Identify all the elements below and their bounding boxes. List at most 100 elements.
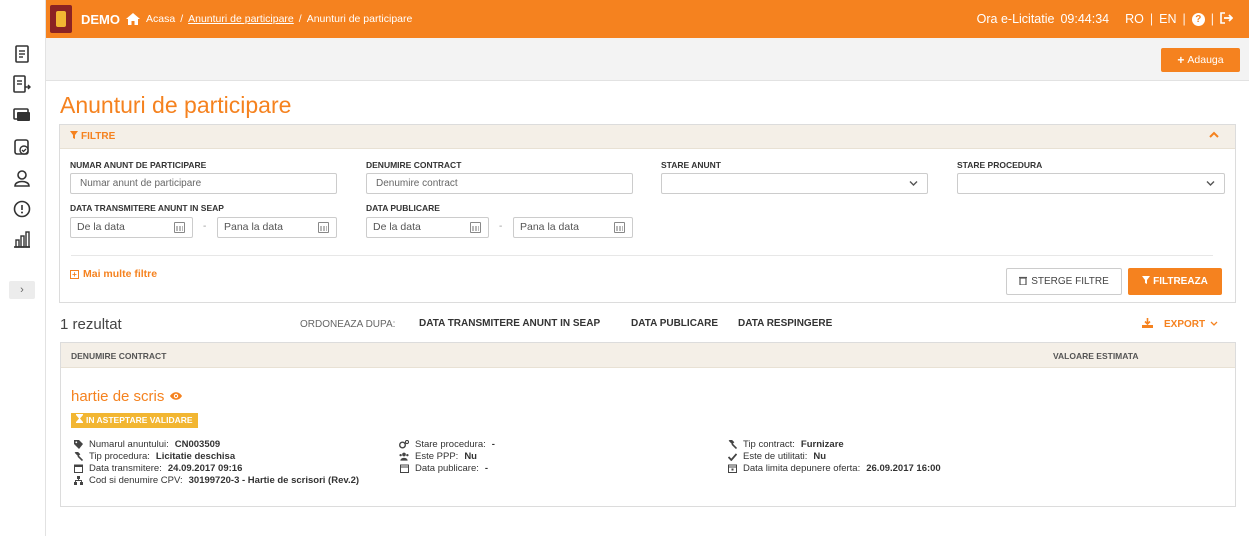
- gavel-icon: [73, 452, 83, 462]
- date-placeholder: Pana la data: [224, 221, 283, 233]
- publicare-from-date[interactable]: De la data: [366, 217, 489, 238]
- results-header: DENUMIRE CONTRACT VALOARE ESTIMATA: [61, 343, 1235, 368]
- export-label: EXPORT: [1164, 319, 1206, 330]
- denumire-input[interactable]: Denumire contract: [366, 173, 633, 194]
- add-button[interactable]: + Adauga: [1161, 48, 1240, 72]
- lang-ro-link[interactable]: RO: [1125, 12, 1144, 26]
- add-button-label: Adauga: [1187, 54, 1224, 66]
- breadcrumb-separator: /: [298, 13, 302, 25]
- eye-icon[interactable]: [169, 388, 183, 405]
- plus-square-icon: +: [70, 269, 79, 279]
- meta-utilitati: Este de utilitati: Nu: [727, 451, 826, 462]
- document-export-icon[interactable]: [12, 74, 32, 94]
- breadcrumb-current: Anunturi de participare: [306, 13, 413, 25]
- page: › DEMO Acasa / Anunturi de participare /…: [0, 0, 1249, 536]
- calendar-icon: [73, 464, 83, 474]
- apply-filters-button[interactable]: FILTREAZA: [1128, 268, 1222, 295]
- meta-data-transmitere: Data transmitere: 24.09.2017 09:16: [73, 463, 242, 474]
- left-rail: ›: [0, 0, 46, 536]
- calendar-clock-icon: [727, 464, 737, 474]
- order-option-publicare[interactable]: DATA PUBLICARE: [631, 318, 718, 329]
- tag-icon: [73, 440, 83, 450]
- separator: |: [1210, 12, 1214, 26]
- plus-icon: +: [1177, 53, 1185, 67]
- stare-procedura-select[interactable]: [957, 173, 1225, 194]
- separator: |: [1182, 12, 1186, 26]
- clipboard-check-icon[interactable]: [12, 137, 32, 157]
- column-valoare[interactable]: VALOARE ESTIMATA: [1053, 351, 1138, 361]
- calendar-icon[interactable]: [174, 222, 185, 233]
- breadcrumb-home[interactable]: Acasa: [146, 13, 175, 25]
- collapse-icon[interactable]: [1209, 130, 1219, 140]
- gears-icon: [399, 440, 409, 450]
- hourglass-icon: [76, 413, 83, 428]
- data-transmitere-label: DATA TRANSMITERE ANUNT IN SEAP: [70, 203, 224, 213]
- transmitere-to-date[interactable]: Pana la data: [217, 217, 337, 238]
- filter-icon: [70, 131, 78, 142]
- meta-tip-procedura: Tip procedura: Licitatie deschisa: [73, 451, 235, 462]
- separator: |: [1149, 12, 1154, 26]
- bar-chart-icon[interactable]: [12, 229, 32, 249]
- numar-label: NUMAR ANUNT DE PARTICIPARE: [70, 160, 207, 170]
- sitemap-icon: [73, 476, 83, 486]
- trash-icon: [1019, 276, 1028, 288]
- meta-tip-contract: Tip contract: Furnizare: [727, 439, 844, 450]
- denumire-label: DENUMIRE CONTRACT: [366, 160, 462, 170]
- calendar-icon[interactable]: [614, 222, 625, 233]
- apply-filters-label: FILTREAZA: [1153, 276, 1208, 287]
- filters-title: FILTRE: [81, 131, 116, 142]
- action-bar: + Adauga: [46, 38, 1249, 81]
- stare-anunt-select[interactable]: [661, 173, 928, 194]
- results-panel: DENUMIRE CONTRACT VALOARE ESTIMATA harti…: [60, 342, 1236, 507]
- clear-filters-label: STERGE FILTRE: [1031, 276, 1109, 287]
- document-icon[interactable]: [12, 44, 32, 64]
- more-filters-link[interactable]: + Mai multe filtre: [70, 268, 157, 280]
- publicare-to-date[interactable]: Pana la data: [513, 217, 633, 238]
- chevron-down-icon: [1206, 181, 1215, 186]
- top-bar: DEMO Acasa / Anunturi de participare / A…: [46, 0, 1249, 38]
- meta-este-ppp: Este PPP: Nu: [399, 451, 477, 462]
- breadcrumb-link[interactable]: Anunturi de participare: [188, 13, 294, 25]
- meta-data-publicare: Data publicare: -: [399, 463, 488, 474]
- stare-anunt-label: STARE ANUNT: [661, 160, 721, 170]
- order-by-label: ORDONEAZA DUPA:: [300, 319, 396, 330]
- column-denumire[interactable]: DENUMIRE CONTRACT: [71, 351, 166, 361]
- chevron-down-icon: [1210, 319, 1218, 330]
- users-icon: [399, 452, 409, 462]
- chevron-down-icon: [909, 181, 918, 186]
- user-icon[interactable]: [12, 168, 32, 188]
- filters-header[interactable]: FILTRE: [60, 125, 1235, 149]
- transmitere-from-date[interactable]: De la data: [70, 217, 193, 238]
- logout-icon[interactable]: [1220, 11, 1234, 27]
- numar-input[interactable]: Numar anunt de participare: [70, 173, 337, 194]
- gavel-icon: [727, 440, 737, 450]
- meta-data-limita: Data limita depunere oferta: 26.09.2017 …: [727, 463, 941, 474]
- more-filters-label: Mai multe filtre: [83, 268, 158, 280]
- order-option-respingere[interactable]: DATA RESPINGERE: [738, 318, 832, 329]
- brand-name[interactable]: DEMO: [81, 12, 120, 27]
- help-icon[interactable]: ?: [1191, 12, 1205, 26]
- breadcrumb-separator: /: [180, 13, 184, 25]
- calendar-icon[interactable]: [470, 222, 481, 233]
- meta-stare-procedura: Stare procedura: -: [399, 439, 495, 450]
- stack-icon[interactable]: [12, 104, 32, 124]
- top-right-tools: Ora e-Licitatie 09:44:34 RO | EN | ? |: [976, 0, 1234, 38]
- date-placeholder: De la data: [77, 221, 125, 233]
- filter-icon: [1142, 276, 1151, 287]
- result-title-link[interactable]: hartie de scris: [71, 388, 183, 405]
- clear-filters-button[interactable]: STERGE FILTRE: [1006, 268, 1122, 295]
- clock-label: Ora e-Licitatie: [976, 12, 1055, 26]
- expand-sidebar-button[interactable]: ›: [9, 281, 35, 299]
- lang-en-link[interactable]: EN: [1159, 12, 1176, 26]
- alert-icon[interactable]: [12, 199, 32, 219]
- download-icon: [1142, 318, 1153, 331]
- filters-panel: FILTRE NUMAR ANUNT DE PARTICIPARE Numar …: [59, 124, 1236, 303]
- order-option-transmitere[interactable]: DATA TRANSMITERE ANUNT IN SEAP: [419, 318, 600, 329]
- stare-procedura-label: STARE PROCEDURA: [957, 160, 1043, 170]
- export-dropdown[interactable]: EXPORT: [1142, 318, 1218, 331]
- clock-time: 09:44:34: [1060, 12, 1110, 26]
- calendar-icon[interactable]: [318, 222, 329, 233]
- divider: [71, 255, 1213, 256]
- result-title: hartie de scris: [71, 388, 165, 405]
- home-icon[interactable]: [125, 12, 141, 26]
